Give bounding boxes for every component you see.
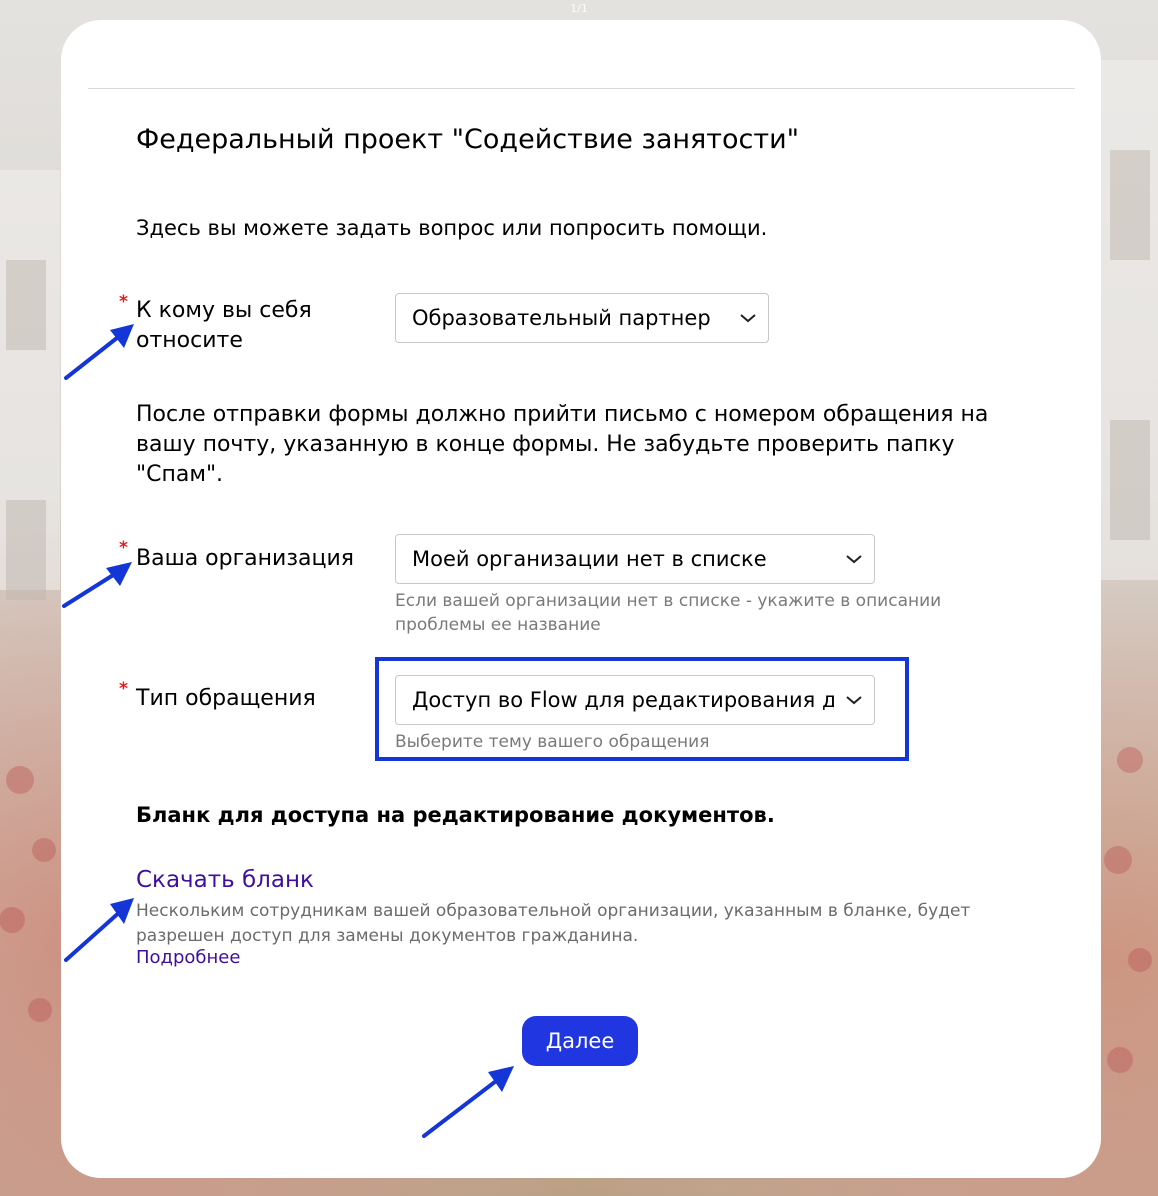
annotation-highlight-box <box>375 657 909 761</box>
role-select[interactable]: Образовательный партнер <box>395 293 769 343</box>
chevron-down-icon <box>728 312 768 324</box>
page-counter: 1/1 <box>570 2 588 15</box>
required-marker: * <box>119 679 128 699</box>
organization-hint: Если вашей организации нет в списке - ук… <box>395 591 942 635</box>
form-card: Федеральный проект "Содействие занятости… <box>61 20 1101 1178</box>
download-description: Нескольким сотрудникам вашей образовател… <box>136 901 971 946</box>
download-blank-link[interactable]: Скачать бланк <box>136 867 314 893</box>
arrow-annotation-icon <box>64 324 134 380</box>
form-intro: Здесь вы можете задать вопрос или попрос… <box>136 216 768 240</box>
form-title: Федеральный проект "Содействие занятости… <box>136 124 800 155</box>
required-marker: * <box>119 292 128 312</box>
divider <box>88 88 1075 89</box>
chevron-down-icon <box>834 553 874 565</box>
blank-heading: Бланк для доступа на редактирование доку… <box>136 803 775 827</box>
more-info-link[interactable]: Подробнее <box>136 947 240 968</box>
arrow-annotation-icon <box>62 562 132 608</box>
arrow-annotation-icon <box>422 1066 514 1138</box>
role-select-value: Образовательный партнер <box>412 306 711 330</box>
required-marker: * <box>119 538 128 558</box>
organization-label: Ваша организация <box>136 546 355 571</box>
notice-text: После отправки формы должно прийти письм… <box>136 402 989 487</box>
organization-select-value: Моей организации нет в списке <box>412 547 767 571</box>
next-button[interactable]: Далее <box>522 1016 638 1066</box>
organization-select[interactable]: Моей организации нет в списке <box>395 534 875 584</box>
role-label: К кому вы себя относите <box>136 298 312 353</box>
arrow-annotation-icon <box>64 898 134 962</box>
request-type-label: Тип обращения <box>136 686 316 711</box>
